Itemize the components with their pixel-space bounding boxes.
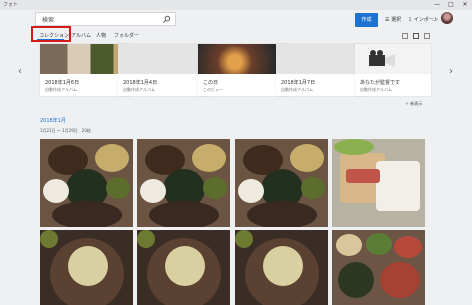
select-label: 選択: [391, 17, 402, 23]
tab-people[interactable]: 人物: [96, 32, 106, 39]
collection-thumbnail: [118, 44, 210, 74]
title-bar: フォト — □ ✕: [0, 0, 472, 10]
collection-date: 2018年1月7日: [281, 80, 316, 86]
collection-card[interactable]: あなたが監督です 自動作成アルバム: [355, 44, 431, 96]
photo-tile[interactable]: [40, 139, 133, 227]
create-button[interactable]: 作成: [355, 13, 378, 27]
import-icon: ⇩: [408, 17, 413, 23]
chevron-left-icon[interactable]: ‹: [18, 66, 22, 77]
movie-thumbnail: [355, 44, 431, 74]
collection-date: 2018年1月6日: [45, 80, 80, 86]
collection-subtitle: 自動作成アルバム: [281, 87, 313, 92]
photos-window: フォト — □ ✕ 検索 作成 ☰ 選択 ⇩ インポート … コレクション アル…: [0, 0, 472, 305]
view-small-icon[interactable]: [402, 33, 408, 39]
close-button[interactable]: ✕: [458, 0, 472, 10]
select-icon: ☰: [385, 17, 390, 23]
search-input[interactable]: 検索: [42, 15, 54, 24]
collection-subtitle: 自動作成アルバム: [45, 87, 77, 92]
view-large-icon[interactable]: [424, 33, 430, 39]
search-box[interactable]: 検索: [35, 12, 176, 26]
create-label: 作成: [361, 17, 372, 23]
video-camera-icon: [369, 50, 395, 67]
active-tab-underline: [37, 39, 64, 40]
tab-folder[interactable]: フォルダー: [114, 32, 139, 39]
collection-date: あなたが監督です: [360, 80, 401, 86]
tab-album[interactable]: アルバム: [71, 32, 91, 39]
collection-subtitle: 自動作成アルバム: [123, 87, 155, 92]
select-button[interactable]: ☰ 選択: [385, 15, 401, 25]
photo-tile[interactable]: [137, 230, 230, 305]
more-button[interactable]: …: [432, 15, 437, 25]
photo-tile[interactable]: [235, 139, 328, 227]
search-icon[interactable]: [162, 15, 171, 24]
view-medium-icon[interactable]: [413, 33, 419, 39]
photo-tile[interactable]: [332, 139, 425, 227]
photo-tile[interactable]: [137, 139, 230, 227]
collection-card[interactable]: 2018年1月4日 自動作成アルバム: [118, 44, 210, 96]
photo-tile[interactable]: [332, 230, 425, 305]
avatar[interactable]: [441, 12, 453, 24]
minimize-button[interactable]: —: [430, 0, 444, 10]
section-date-range: 1月21日 〜 1月29日 20枚: [40, 128, 91, 133]
maximize-button[interactable]: □: [444, 0, 458, 10]
collection-subtitle: 自動作成アルバム: [360, 87, 392, 92]
photo-tile[interactable]: [40, 230, 133, 305]
app-title: フォト: [3, 2, 19, 8]
section-title: 2018年1月: [40, 118, 66, 124]
chevron-right-icon[interactable]: ›: [449, 66, 453, 77]
collection-subtitle: このビュー: [203, 87, 223, 92]
collection-date: この日: [203, 80, 219, 86]
show-more-link[interactable]: ＋ 新表示: [405, 101, 422, 107]
photo-tile[interactable]: [235, 230, 328, 305]
collection-date: 2018年1月4日: [123, 80, 158, 86]
